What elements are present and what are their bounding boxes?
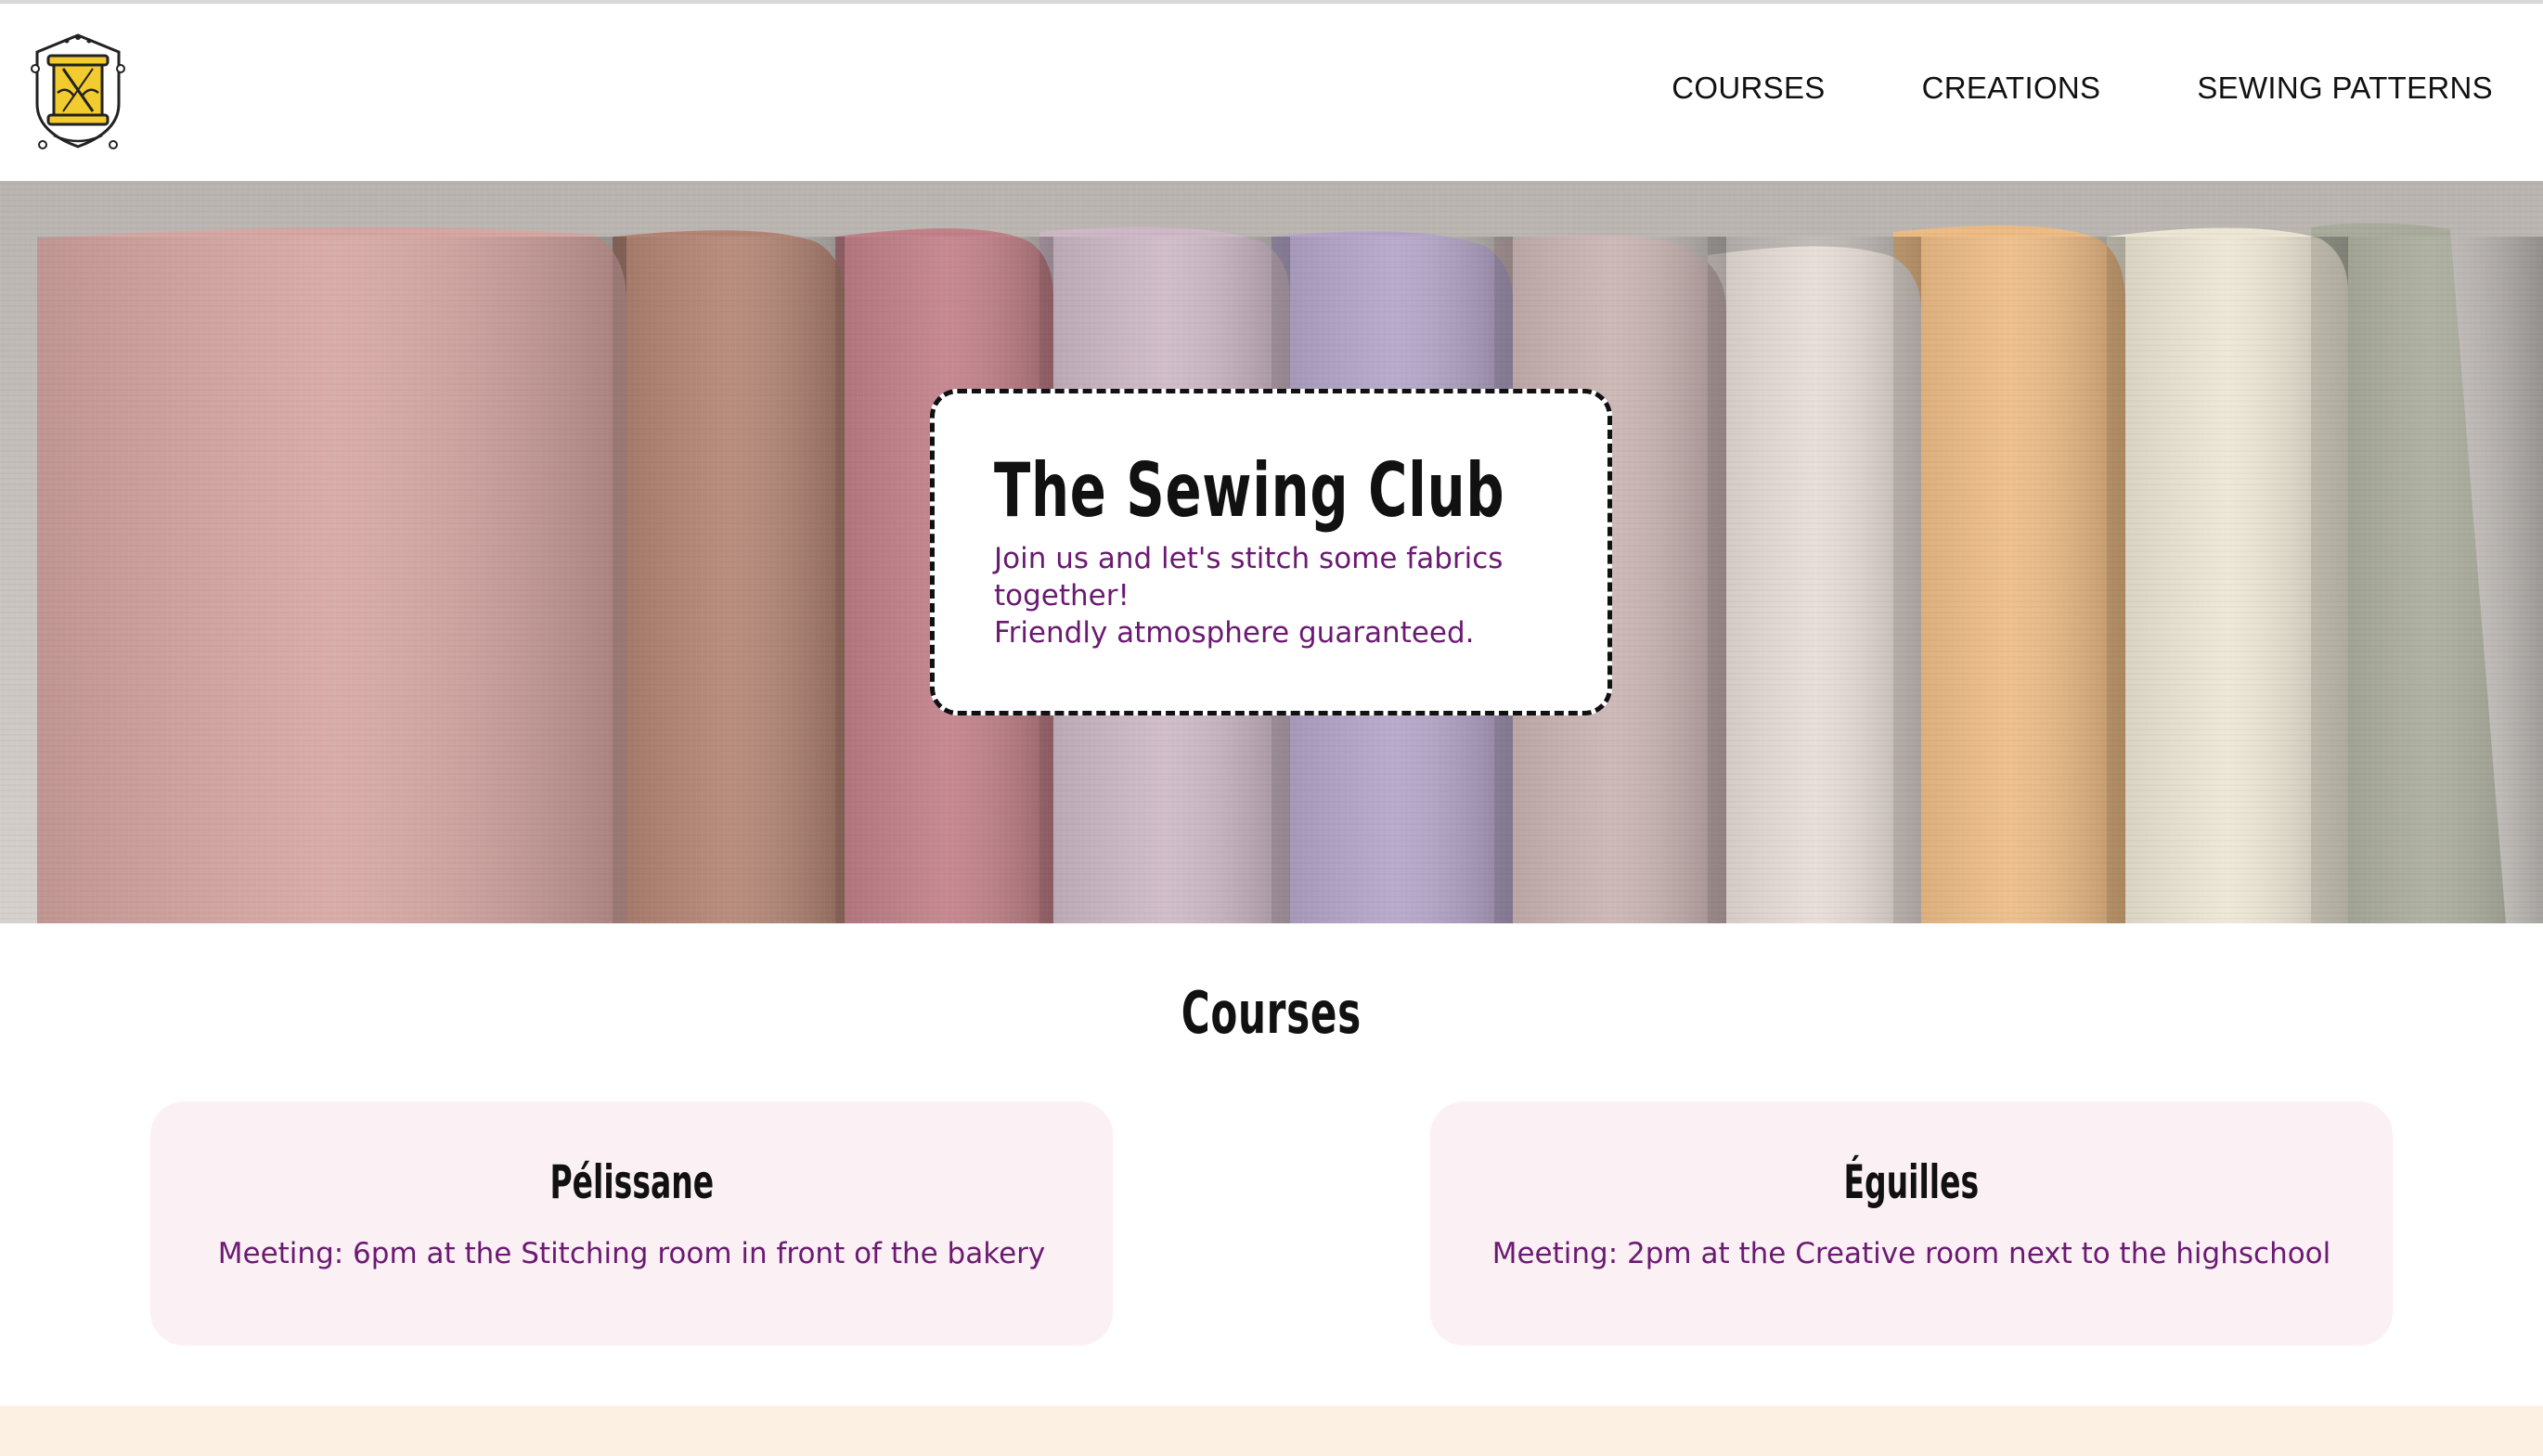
site-header: COURSES CREATIONS SEWING PATTERNS <box>0 4 2543 181</box>
course-card-eguilles[interactable]: Éguilles Meeting: 2pm at the Creative ro… <box>1430 1102 2393 1346</box>
course-meeting-info: Meeting: 6pm at the Stitching room in fr… <box>217 1237 1046 1270</box>
hero-tagline-line-2: Friendly atmosphere guaranteed. <box>994 616 1475 650</box>
hero-tagline-line-1: Join us and let's stitch some fabrics to… <box>994 542 1504 612</box>
nav-link-creations[interactable]: CREATIONS <box>1922 71 2101 106</box>
hero-card: The Sewing Club Join us and let's stitch… <box>930 389 1612 715</box>
courses-section-title: Courses <box>0 979 2543 1047</box>
course-card-title: Pélissane <box>150 1155 1113 1209</box>
courses-heading: Courses <box>1181 979 1362 1047</box>
hero-section: The Sewing Club Join us and let's stitch… <box>0 181 2543 923</box>
main-nav: COURSES CREATIONS SEWING PATTERNS <box>1575 71 2493 106</box>
nav-link-sewing-patterns[interactable]: SEWING PATTERNS <box>2197 71 2493 106</box>
nav-link-courses[interactable]: COURSES <box>1672 71 1825 106</box>
footer-band <box>0 1406 2543 1456</box>
course-card-pelissane[interactable]: Pélissane Meeting: 6pm at the Stitching … <box>150 1102 1113 1346</box>
course-name: Pélissane <box>549 1155 714 1209</box>
site-title: The Sewing Club <box>994 447 1505 534</box>
course-card-title: Éguilles <box>1430 1155 2393 1209</box>
hero-tagline: Join us and let's stitch some fabrics to… <box>994 540 1514 651</box>
sewing-club-logo-icon[interactable] <box>26 32 130 152</box>
course-name: Éguilles <box>1843 1155 1980 1209</box>
course-meeting-info: Meeting: 2pm at the Creative room next t… <box>1491 1237 2331 1270</box>
